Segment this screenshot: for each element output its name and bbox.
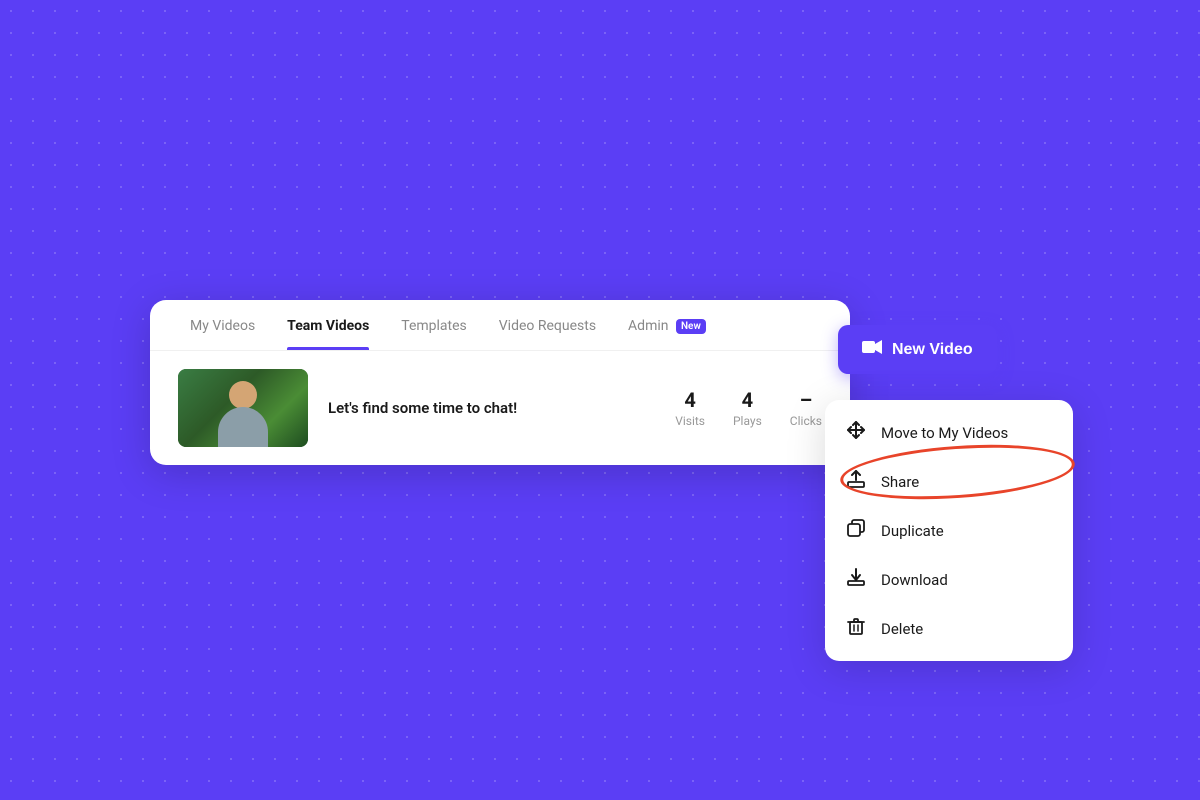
share-label: Share [881,473,919,491]
nav-bar: My Videos Team Videos Templates Video Re… [150,300,850,351]
duplicate-label: Duplicate [881,522,944,540]
plays-label: Plays [733,414,762,428]
sidebar-item-team-videos[interactable]: Team Videos [275,300,381,350]
menu-item-share[interactable]: Share [825,457,1073,506]
sidebar-item-admin[interactable]: Admin New [616,300,718,350]
move-label: Move to My Videos [881,424,1008,442]
delete-label: Delete [881,620,923,638]
camera-icon [862,339,882,360]
visits-value: 4 [675,388,705,412]
dropdown-menu: Move to My Videos Share Duplicate [825,400,1073,661]
download-label: Download [881,571,948,589]
sidebar-item-my-videos[interactable]: My Videos [178,300,267,350]
stat-visits: 4 Visits [675,388,705,428]
video-thumbnail[interactable] [178,369,308,447]
share-icon [845,470,867,493]
admin-badge: New [676,319,706,334]
sidebar-item-templates[interactable]: Templates [389,300,479,350]
menu-item-duplicate[interactable]: Duplicate [825,506,1073,555]
sidebar-item-video-requests[interactable]: Video Requests [487,300,608,350]
menu-item-move[interactable]: Move to My Videos [825,408,1073,457]
main-card: My Videos Team Videos Templates Video Re… [150,300,850,465]
person-body [218,407,268,447]
clicks-label: Clicks [790,414,822,428]
stats-group: 4 Visits 4 Plays – Clicks [675,388,822,428]
video-title: Let's find some time to chat! [328,399,655,417]
new-video-label: New Video [892,341,973,359]
new-video-button[interactable]: New Video [838,325,997,374]
delete-icon [845,617,867,640]
plays-value: 4 [733,388,762,412]
menu-item-delete[interactable]: Delete [825,604,1073,653]
stat-clicks: – Clicks [790,388,822,428]
video-row: Let's find some time to chat! 4 Visits 4… [150,351,850,465]
move-icon [845,421,867,444]
download-icon [845,568,867,591]
stat-plays: 4 Plays [733,388,762,428]
clicks-value: – [790,388,822,412]
duplicate-icon [845,519,867,542]
visits-label: Visits [675,414,705,428]
thumbnail-image [178,369,308,447]
person-head [229,381,257,409]
menu-item-download[interactable]: Download [825,555,1073,604]
